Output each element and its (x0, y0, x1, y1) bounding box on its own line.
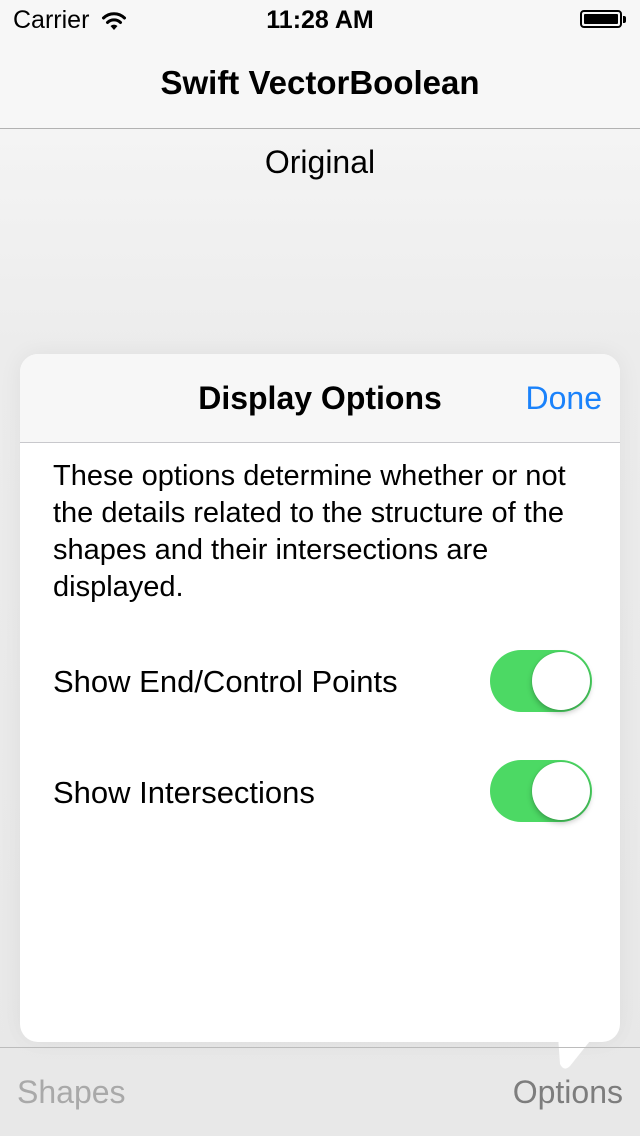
done-button[interactable]: Done (526, 380, 603, 417)
show-end-control-points-label: Show End/Control Points (53, 664, 398, 699)
toggle-knob (532, 762, 590, 820)
options-button[interactable]: Options (513, 1074, 623, 1111)
battery-icon (580, 10, 626, 28)
show-end-control-points-toggle[interactable] (490, 650, 592, 712)
popover-header: Display Options Done (20, 354, 620, 443)
toggle-knob (532, 652, 590, 710)
status-time: 11:28 AM (266, 6, 374, 34)
shape-mode-label: Original (264, 144, 376, 180)
page-title: Swift VectorBoolean (160, 64, 480, 101)
show-intersections-toggle[interactable] (490, 760, 592, 822)
options-description: These options determine whether or not t… (53, 460, 566, 603)
show-intersections-label: Show Intersections (53, 775, 315, 810)
shapes-button[interactable]: Shapes (17, 1074, 126, 1111)
status-bar: Carrier 11:28 AM (0, 0, 640, 40)
bottom-toolbar: Shapes Options (0, 1047, 640, 1136)
display-options-popover: Display Options Done These options deter… (20, 354, 620, 1042)
navigation-bar: Swift VectorBoolean (0, 40, 640, 129)
